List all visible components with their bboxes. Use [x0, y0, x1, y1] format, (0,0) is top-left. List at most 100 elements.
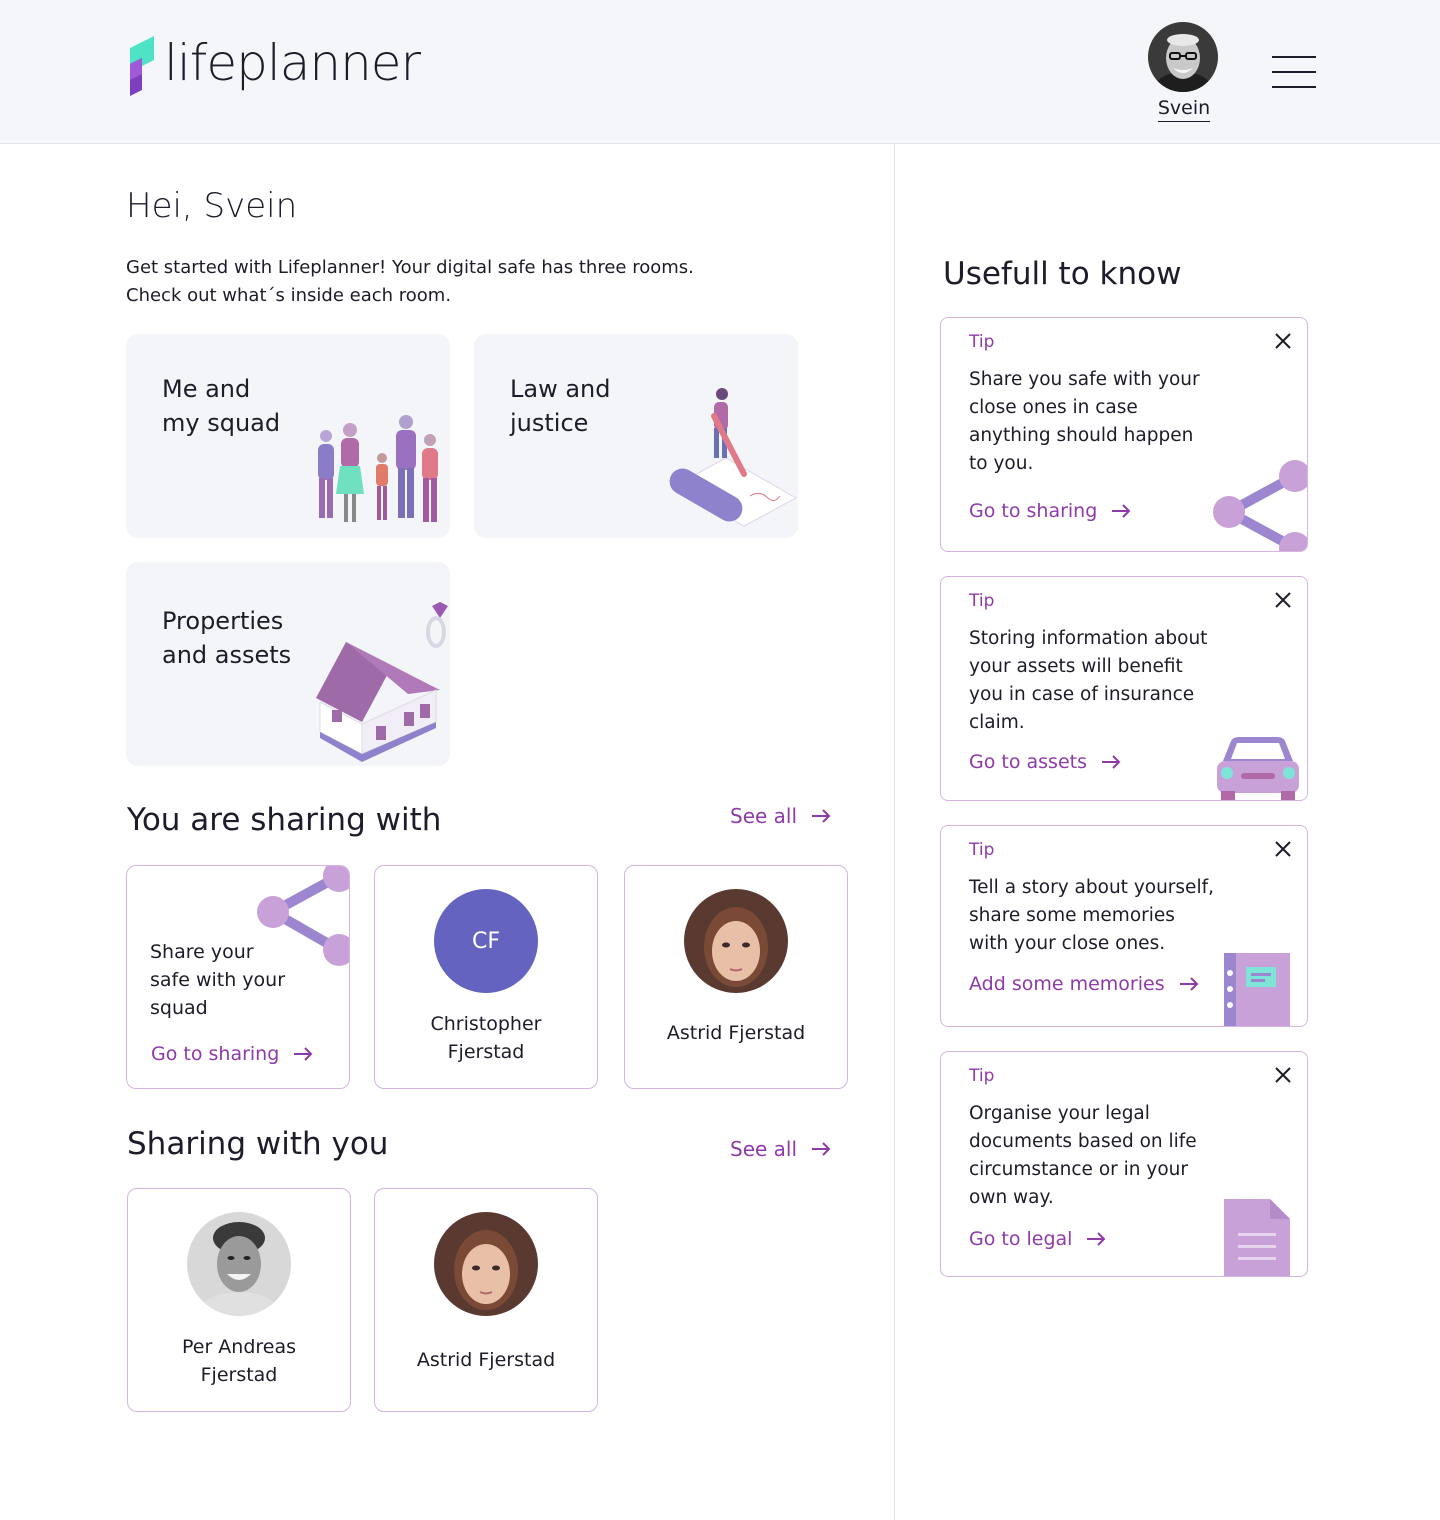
- close-icon[interactable]: [1273, 590, 1293, 610]
- person-name-line: Christopher: [430, 1013, 542, 1035]
- person-name-line: Per Andreas: [181, 1336, 297, 1358]
- tip-label: Tip: [969, 591, 995, 611]
- share-card-line: safe with your: [150, 969, 286, 991]
- person-card-christopher[interactable]: CF Christopher Fjerstad: [374, 865, 598, 1089]
- tip-text-line: Tell a story about yourself,: [969, 877, 1214, 898]
- room-title-line: justice: [510, 409, 589, 437]
- tip-card-assets: Tip Storing information about your asset…: [940, 576, 1308, 801]
- logo-mark-icon: [130, 36, 154, 96]
- room-title-line: Law and: [510, 375, 611, 403]
- share-card-text: Share your safe with your squad: [150, 938, 300, 1022]
- page-title: Hei, Svein: [126, 186, 298, 226]
- tip-card-memories: Tip Tell a story about yourself, share s…: [940, 825, 1308, 1027]
- tip-text-line: Storing information about: [969, 628, 1208, 649]
- arrow-right-icon: [1179, 977, 1199, 991]
- legal-illustration: [669, 388, 798, 527]
- logo-text: lifeplanner: [164, 34, 421, 92]
- close-icon[interactable]: [1273, 331, 1293, 351]
- room-title: Properties and assets: [162, 604, 332, 672]
- tip-link-sharing[interactable]: Go to sharing: [969, 500, 1131, 522]
- see-all-shared-link[interactable]: See all: [730, 1137, 831, 1161]
- tip-link-label[interactable]: Go to sharing: [969, 500, 1097, 522]
- tip-link-legal[interactable]: Go to legal: [969, 1228, 1106, 1250]
- room-title-line: Properties: [162, 607, 284, 635]
- tip-text-line: with your close ones.: [969, 933, 1166, 954]
- go-to-sharing-label[interactable]: Go to sharing: [151, 1043, 279, 1065]
- arrow-right-icon: [1087, 1232, 1106, 1246]
- tip-card-sharing: Tip Share you safe with your close ones …: [940, 317, 1308, 552]
- person-avatar: [187, 1212, 291, 1316]
- document-icon: [1224, 1199, 1290, 1276]
- intro-line: Check out what´s inside each room.: [126, 285, 452, 306]
- family-illustration: [318, 415, 438, 522]
- tip-text: Share you safe with your close ones in c…: [969, 366, 1229, 478]
- column-divider: [894, 144, 895, 1520]
- arrow-right-icon: [812, 1142, 831, 1156]
- section-title-sharing-with: You are sharing with: [127, 802, 442, 838]
- tip-text-line: claim.: [969, 712, 1025, 733]
- tip-link-label[interactable]: Go to assets: [969, 751, 1087, 773]
- tip-text-line: Share you safe with your: [969, 369, 1200, 390]
- share-icon: [1213, 460, 1307, 551]
- tip-text-line: share some memories: [969, 905, 1175, 926]
- tip-text-line: own way.: [969, 1187, 1054, 1208]
- person-card-per-andreas[interactable]: Per Andreas Fjerstad: [127, 1188, 351, 1412]
- tip-label: Tip: [969, 840, 995, 860]
- app-logo[interactable]: lifeplanner: [126, 34, 421, 98]
- arrow-right-icon: [1101, 755, 1121, 769]
- go-to-sharing-link[interactable]: Go to sharing: [151, 1043, 313, 1065]
- person-avatar: [434, 1212, 538, 1316]
- tip-text-line: documents based on life: [969, 1131, 1197, 1152]
- person-card-astrid[interactable]: Astrid Fjerstad: [624, 865, 848, 1089]
- room-card-me-and-my-squad[interactable]: Me and my squad: [126, 334, 450, 538]
- tip-text: Organise your legal documents based on l…: [969, 1100, 1229, 1212]
- person-name: Per Andreas Fjerstad: [138, 1333, 340, 1389]
- person-card-astrid-shared[interactable]: Astrid Fjerstad: [374, 1188, 598, 1412]
- useful-section-title: Usefull to know: [943, 256, 1182, 292]
- room-title: Law and justice: [510, 372, 680, 440]
- room-card-law-and-justice[interactable]: Law and justice: [474, 334, 798, 538]
- person-name: Astrid Fjerstad: [416, 1349, 556, 1371]
- tip-link-assets[interactable]: Go to assets: [969, 751, 1121, 773]
- section-title-sharing-with-you: Sharing with you: [127, 1126, 389, 1162]
- arrow-right-icon: [812, 809, 831, 823]
- user-name[interactable]: Svein: [1157, 97, 1211, 122]
- room-card-properties-and-assets[interactable]: Properties and assets: [126, 562, 450, 766]
- user-profile[interactable]: Svein: [1148, 22, 1220, 122]
- arrow-right-icon: [1112, 504, 1131, 518]
- menu-icon[interactable]: [1272, 56, 1316, 90]
- intro-line: Get started with Lifeplanner! Your digit…: [126, 257, 694, 278]
- initials-avatar: CF: [434, 889, 538, 993]
- top-header: lifeplanner Svein: [0, 0, 1440, 144]
- see-all-sharing-link[interactable]: See all: [730, 804, 831, 828]
- share-safe-card[interactable]: Share your safe with your squad Go to sh…: [126, 865, 350, 1089]
- person-name-line: Fjerstad: [447, 1041, 525, 1063]
- close-icon[interactable]: [1273, 839, 1293, 859]
- intro-text: Get started with Lifeplanner! Your digit…: [126, 254, 806, 310]
- person-avatar: [684, 889, 788, 993]
- person-name: Christopher Fjerstad: [385, 1010, 587, 1066]
- room-title-line: Me and: [162, 375, 251, 403]
- tip-text-line: close ones in case: [969, 397, 1138, 418]
- tip-text-line: circumstance or in your: [969, 1159, 1188, 1180]
- tip-link-label[interactable]: Add some memories: [969, 973, 1165, 995]
- tip-text: Storing information about your assets wi…: [969, 625, 1229, 737]
- arrow-right-icon: [294, 1047, 313, 1061]
- share-card-line: Share your: [150, 941, 254, 963]
- see-all-label[interactable]: See all: [730, 804, 797, 828]
- tip-card-legal: Tip Organise your legal documents based …: [940, 1051, 1308, 1277]
- tip-text-line: your assets will benefit: [969, 656, 1183, 677]
- tip-label: Tip: [969, 332, 995, 352]
- close-icon[interactable]: [1273, 1065, 1293, 1085]
- see-all-label[interactable]: See all: [730, 1137, 797, 1161]
- user-avatar[interactable]: [1148, 22, 1218, 92]
- tip-text-line: you in case of insurance: [969, 684, 1195, 705]
- tip-link-memories[interactable]: Add some memories: [969, 973, 1199, 995]
- share-card-line: squad: [150, 997, 208, 1019]
- tip-text-line: Organise your legal: [969, 1103, 1150, 1124]
- room-title-line: and assets: [162, 641, 292, 669]
- tip-text-line: anything should happen: [969, 425, 1194, 446]
- tip-text-line: to you.: [969, 453, 1034, 474]
- tip-link-label[interactable]: Go to legal: [969, 1228, 1072, 1250]
- car-icon: [1217, 737, 1299, 800]
